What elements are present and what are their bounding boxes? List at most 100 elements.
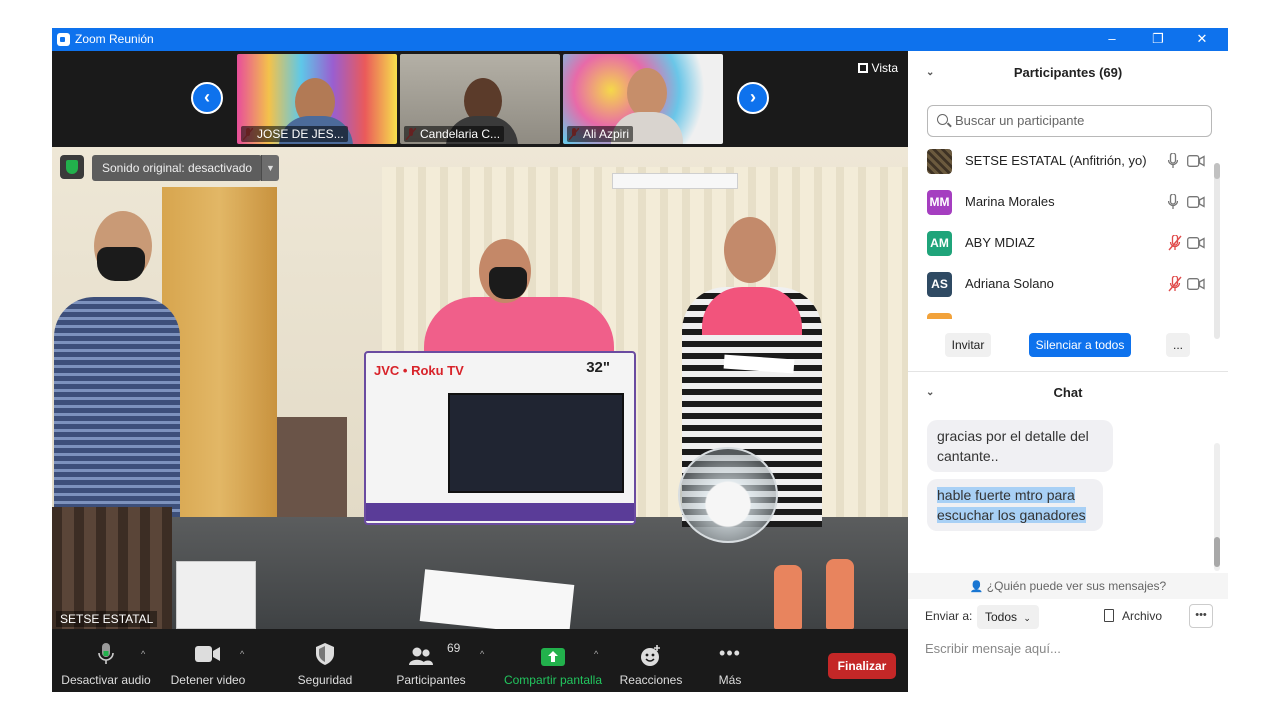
gallery-strip: ‹ JOSE DE JES... Candelaria C... Ali Azp… (52, 51, 908, 147)
end-meeting-button[interactable]: Finalizar (828, 653, 896, 679)
participant-scroll-track[interactable] (1214, 163, 1220, 339)
chat-message-line: escuchar los ganadores (937, 507, 1086, 523)
participant-row[interactable]: AM ABY MDIAZ (908, 223, 1228, 264)
audio-options-caret[interactable]: ^ (141, 649, 145, 659)
encryption-shield-icon[interactable] (60, 155, 84, 179)
bottle (774, 565, 802, 629)
participants-button[interactable]: 69 Participantes (390, 629, 472, 692)
zoom-app-icon (57, 33, 70, 46)
mute-audio-button[interactable]: Desactivar audio (60, 629, 152, 692)
original-sound-toggle[interactable]: Sonido original: desactivado (92, 155, 263, 181)
participant-search-input[interactable]: Buscar un participante (927, 105, 1212, 137)
participant-name: Adriana Solano (965, 276, 1054, 291)
video-options-caret[interactable]: ^ (240, 649, 244, 659)
avatar: AM (927, 231, 952, 256)
participant-scrollbar[interactable] (1214, 163, 1220, 179)
participant-name: Marina Morales (965, 194, 1055, 209)
chevron-down-icon: ⌄ (1023, 613, 1031, 623)
smiley-icon (641, 645, 660, 666)
zoom-window: Zoom Reunión – ❐ ✕ ‹ JOSE DE JES... Cand… (52, 28, 1228, 692)
grid-icon (857, 63, 868, 73)
microphone-icon[interactable] (1168, 153, 1178, 169)
view-label: Vista (871, 61, 898, 75)
share-screen-button[interactable]: Compartir pantalla (500, 629, 606, 692)
video-tile-ali[interactable]: Ali Azpiri (563, 54, 723, 144)
invite-button[interactable]: Invitar (945, 333, 991, 357)
participants-options-caret[interactable]: ^ (480, 649, 484, 659)
gallery-prev-button[interactable]: ‹ (191, 82, 223, 114)
window-title: Zoom Reunión (75, 32, 154, 46)
stop-video-button[interactable]: Detener video (164, 629, 252, 692)
participant-name: SETSE ESTATAL (Anfitrión, yo) (965, 153, 1147, 168)
microphone-icon (98, 643, 114, 664)
avatar: MM (927, 190, 952, 215)
view-button[interactable]: Vista (857, 61, 898, 75)
collapse-participants-icon[interactable]: ⌄ (926, 52, 934, 94)
participant-row[interactable]: AS Adriana Solano (908, 264, 1228, 305)
file-button[interactable]: Archivo (1104, 609, 1162, 623)
box-stripe (366, 503, 634, 521)
search-icon (937, 114, 948, 125)
chat-header: ⌄ Chat (908, 372, 1228, 414)
participants-label: Participantes (396, 673, 466, 687)
video-camera-icon[interactable] (1187, 155, 1205, 167)
minimize-button[interactable]: – (1089, 28, 1135, 51)
video-camera-icon[interactable] (1187, 278, 1205, 290)
participants-header: ⌄ Participantes (69) (908, 52, 1228, 94)
chat-message-line: cantante.. (937, 448, 999, 464)
box-brand: JVC • Roku TV (374, 363, 464, 378)
chevron-down-icon[interactable]: ▼ (261, 155, 279, 181)
chat-scrollbar[interactable] (1214, 537, 1220, 567)
gallery-next-button[interactable]: › (737, 82, 769, 114)
mute-audio-label: Desactivar audio (61, 673, 151, 687)
mute-all-button[interactable]: Silenciar a todos (1029, 333, 1131, 357)
video-camera-icon[interactable] (1187, 196, 1205, 208)
muted-mic-icon[interactable] (1168, 276, 1182, 292)
video-camera-icon (195, 646, 220, 662)
person-right-face (724, 217, 776, 283)
chat-more-button[interactable]: ••• (1189, 604, 1213, 628)
face-mask (97, 247, 145, 281)
participants-count: 69 (447, 641, 461, 655)
chat-message-line: gracias por el detalle del (937, 428, 1089, 444)
message-visibility-info[interactable]: 👤 ¿Quién puede ver sus mensajes? (908, 573, 1228, 599)
face-mask (489, 267, 527, 299)
participant-row[interactable]: MM Marina Morales (908, 182, 1228, 223)
video-camera-icon[interactable] (1187, 237, 1205, 249)
reactions-button[interactable]: Reacciones (616, 629, 686, 692)
bottle (826, 559, 854, 629)
participant-row[interactable]: SETSE ESTATAL (Anfitrión, yo) (908, 141, 1228, 182)
title-bar: Zoom Reunión – ❐ ✕ (52, 28, 1228, 51)
muted-mic-icon[interactable] (1168, 235, 1182, 251)
microphone-icon[interactable] (1168, 194, 1178, 210)
participants-more-button[interactable]: ... (1166, 333, 1190, 357)
video-tile-jose[interactable]: JOSE DE JES... (237, 54, 397, 144)
raffle-fishbowl (678, 447, 778, 543)
send-to-label: Enviar a: (925, 609, 973, 623)
box-size: 32" (586, 359, 610, 376)
close-button[interactable]: ✕ (1179, 28, 1225, 51)
avatar (927, 313, 952, 319)
restore-button[interactable]: ❐ (1135, 28, 1181, 51)
person-left-shirt (54, 297, 180, 517)
collapse-chat-icon[interactable]: ⌄ (926, 372, 934, 414)
tile-name: Ali Azpiri (567, 126, 634, 142)
chat-message-line: hable fuerte mtro para (937, 487, 1075, 503)
share-options-caret[interactable]: ^ (594, 649, 598, 659)
share-screen-icon (541, 648, 565, 666)
chat-message-input[interactable]: Escribir mensaje aquí... (925, 641, 1061, 656)
participant-row-partial[interactable] (908, 305, 1228, 319)
main-video[interactable]: JVC • Roku TV 32" Sonido original: desac… (52, 147, 908, 629)
tv-box: JVC • Roku TV 32" (364, 351, 636, 525)
recipient-dropdown[interactable]: Todos ⌄ (977, 605, 1039, 629)
person-icon: 👤 (969, 581, 984, 593)
participant-list: SETSE ESTATAL (Anfitrión, yo) MM Marina … (908, 141, 1228, 319)
participant-name: ABY MDIAZ (965, 235, 1035, 250)
security-button[interactable]: Seguridad (288, 629, 362, 692)
video-tile-candelaria[interactable]: Candelaria C... (400, 54, 560, 144)
search-placeholder: Buscar un participante (955, 113, 1085, 128)
chat-title: Chat (1053, 385, 1083, 400)
box-tv-screen (448, 393, 624, 493)
more-button[interactable]: ••• Más (704, 629, 756, 692)
tile-name: JOSE DE JES... (241, 126, 348, 142)
